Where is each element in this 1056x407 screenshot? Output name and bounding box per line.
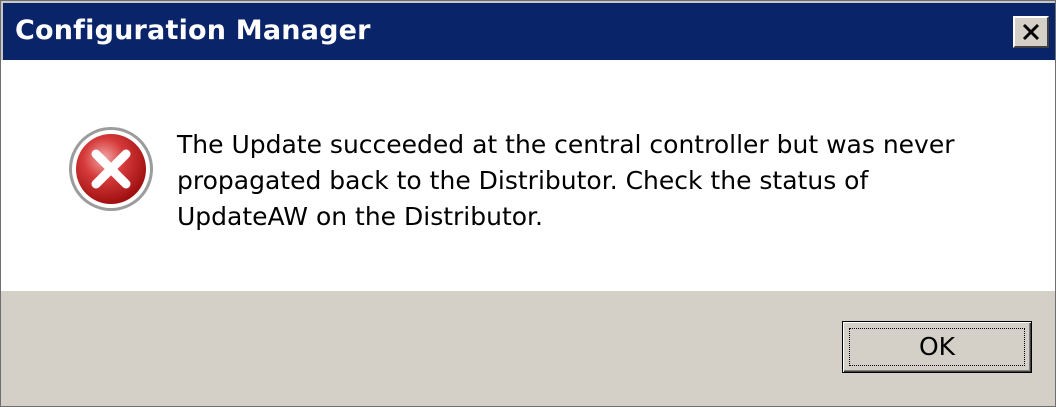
button-bar: OK — [1, 291, 1055, 406]
error-dialog: Configuration Manager The Update succeed… — [0, 0, 1056, 407]
error-icon — [69, 127, 153, 211]
title-bar[interactable]: Configuration Manager — [1, 1, 1055, 60]
close-icon — [1022, 23, 1040, 41]
dialog-title: Configuration Manager — [15, 15, 371, 46]
close-button[interactable] — [1013, 16, 1049, 48]
error-message: The Update succeeded at the central cont… — [177, 130, 955, 231]
ok-button[interactable]: OK — [842, 321, 1032, 373]
ok-button-label: OK — [918, 332, 956, 361]
dialog-content: The Update succeeded at the central cont… — [1, 60, 1055, 291]
